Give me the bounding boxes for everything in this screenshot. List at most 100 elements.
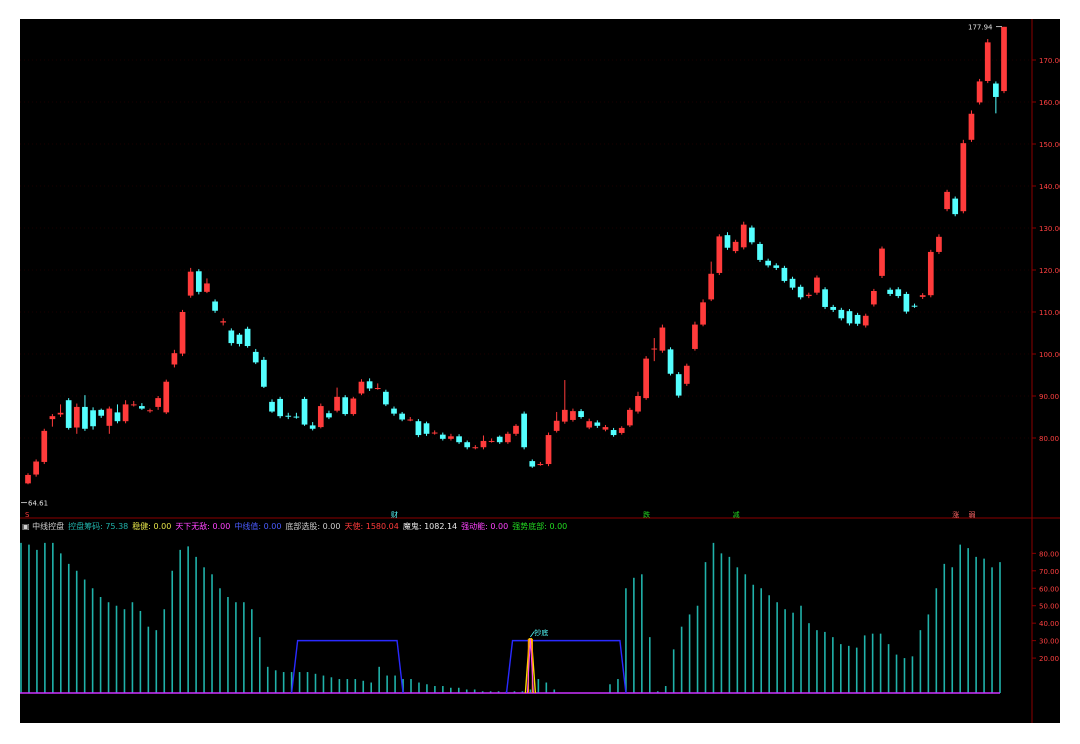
candle-body (805, 294, 812, 297)
price-tick-label: 120.00 (1039, 267, 1060, 275)
top-indicator-strip (22, 19, 382, 25)
candle-body (545, 435, 552, 465)
candle-body (342, 397, 349, 415)
price-tick-label: 100.00 (1039, 351, 1060, 359)
candle-body (602, 427, 609, 430)
candle-body (82, 406, 88, 429)
candle-body (944, 191, 950, 210)
chart-canvas[interactable]: 80.00 90.00 100.00 110.00 120.00 130.00 140.00… (20, 19, 1064, 723)
bottom-select-band (505, 639, 627, 694)
candle-body (130, 404, 137, 406)
indicator-legend-item: 魔鬼: 1082.14 (402, 522, 458, 531)
candle-body (887, 289, 893, 294)
candle-body (692, 324, 698, 349)
candle-body (708, 273, 715, 300)
indicator-tick-label: 80.00 (1039, 550, 1059, 558)
stock-chart-panel[interactable]: 80.00 90.00 100.00 110.00 120.00 130.00 140.00… (20, 19, 1064, 723)
candle-body (187, 271, 194, 296)
signal-marker: 减 (733, 510, 740, 519)
candle-body (73, 406, 80, 428)
indicator-name[interactable]: ▣ 中线控盘 (22, 522, 64, 531)
candle-body (553, 420, 560, 431)
candle-body (618, 427, 625, 433)
low-price-label: 64.61 (28, 500, 48, 508)
candle-body (895, 289, 902, 297)
candle-body (171, 353, 178, 365)
candle-body (65, 400, 72, 428)
candle-body (635, 396, 641, 412)
candle-body (464, 442, 471, 448)
candle-body (716, 236, 723, 273)
candle-body (431, 432, 438, 434)
candle-body (919, 295, 926, 297)
candle-body (488, 440, 495, 442)
indicator-legend-item: 强势底部: 0.00 (512, 522, 568, 531)
candle-body (854, 314, 861, 324)
indicator-legend-item: 中线值: 0.00 (234, 522, 282, 531)
candle-body (586, 421, 593, 428)
candle-body (195, 271, 202, 292)
candle-body (846, 311, 853, 324)
candle-body (610, 430, 617, 436)
candle-body (106, 408, 113, 426)
indicator-legend-item: 底部选股: 0.00 (285, 522, 341, 531)
candle-body (25, 474, 31, 484)
signal-marker: 弱 (968, 511, 975, 519)
candle-body (236, 334, 243, 344)
candle-body (789, 278, 796, 288)
candle-body (139, 406, 145, 409)
candle-body (301, 398, 308, 425)
candle-body (911, 305, 918, 307)
indicator-tick-label: 70.00 (1039, 568, 1059, 576)
signal-marker: 财 (391, 510, 398, 519)
candle-body (293, 416, 300, 418)
candle-body (41, 430, 48, 462)
candle-body (862, 315, 869, 326)
candle-body (391, 408, 397, 414)
candle-body (448, 436, 454, 439)
candle-body (334, 396, 340, 411)
candle-body (399, 413, 405, 420)
candle-body (675, 374, 682, 396)
candle-body (537, 464, 544, 466)
indicator-legend-item: 强动能: 0.00 (461, 522, 509, 531)
candle-body (830, 306, 837, 310)
candle-body (757, 243, 763, 260)
price-tick-label: 90.00 (1039, 393, 1059, 401)
candle-body (529, 461, 536, 467)
price-tick-label: 140.00 (1039, 183, 1060, 191)
candle-body (285, 415, 292, 417)
candle-body (879, 248, 885, 276)
indicator-tick-label: 20.00 (1039, 655, 1059, 663)
candle-body (570, 411, 576, 420)
price-tick-label: 80.00 (1039, 435, 1059, 443)
candle-body (252, 351, 259, 363)
candle-body (513, 425, 519, 434)
candle-body (277, 398, 283, 417)
candle-body (903, 293, 910, 312)
candle-body (797, 286, 804, 298)
candle-body (204, 283, 210, 292)
price-tick-label: 130.00 (1039, 225, 1060, 233)
pulse-label: 抄底 (534, 628, 548, 637)
screenshot-frame: 80.00 90.00 100.00 110.00 120.00 130.00 140.00… (0, 0, 1080, 744)
candle-body (374, 388, 381, 390)
indicator-tick-label: 60.00 (1039, 585, 1059, 593)
candle-body (57, 412, 64, 415)
candle-body (561, 409, 568, 422)
candle-body (350, 398, 357, 415)
candle-body (33, 461, 39, 475)
candle-body (122, 404, 129, 422)
candle-body (659, 327, 666, 351)
candle-body (927, 251, 934, 296)
indicator-legend-item: 控盘筹码: 75.38 (68, 522, 129, 531)
indicator-legend-item: 稳健: 0.00 (132, 522, 172, 531)
candle-body (594, 422, 601, 426)
candle-body (740, 224, 747, 248)
candle-body (765, 260, 771, 266)
candle-body (683, 365, 690, 384)
candle-body (749, 227, 755, 243)
candle-body (228, 330, 235, 344)
candle-body (147, 410, 153, 412)
candle-body (651, 348, 658, 350)
